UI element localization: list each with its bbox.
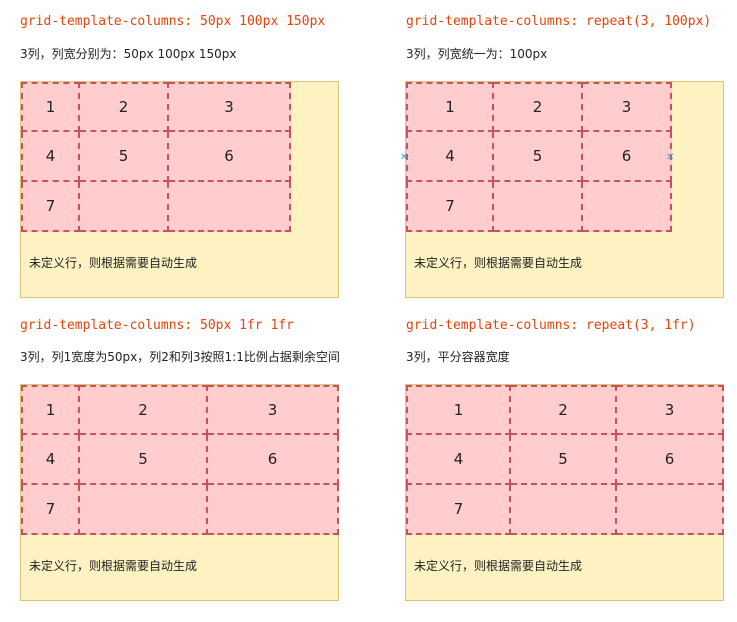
grid-cell: 2 [494, 82, 583, 132]
cross-marker-icon: ✕ [400, 152, 409, 163]
grid-cell: 4 [406, 435, 511, 485]
grid-container: 1 2 3 4 5 6 7 未定义行，则根据需要自动生成 [405, 384, 724, 601]
grid-container: 1 2 3 4 5 6 7 未定义行，则根据需要自动生成 [20, 384, 339, 601]
grid: 1 2 3 4 5 6 7 [406, 82, 672, 232]
grid-cell: 4 [21, 435, 80, 485]
grid-cell: 1 [406, 385, 511, 435]
grid-cell: 6 [583, 132, 672, 182]
grid-cell: 1 [21, 385, 80, 435]
auto-rows-note: 未定义行，则根据需要自动生成 [414, 559, 583, 573]
grid-cell: 5 [494, 132, 583, 182]
grid-cell [583, 182, 672, 232]
grid-cell: 6 [208, 435, 339, 485]
grid-container: 1 2 3 4 5 6 7 未定义行，则根据需要自动生成 [20, 81, 339, 298]
description: 3列，列1宽度为50px，列2和列3按照1:1比例占据剩余空间 [20, 350, 340, 364]
grid-cell: 7 [21, 485, 80, 535]
grid-cell [494, 182, 583, 232]
grid-cell: 1 [21, 82, 80, 132]
grid-cell: 7 [21, 182, 80, 232]
grid-cell [511, 485, 617, 535]
grid-cell: 2 [80, 82, 169, 132]
grid-cell: 2 [80, 385, 208, 435]
description: 3列，列宽分别为：50px 100px 150px [20, 47, 237, 61]
grid-cell: 3 [169, 82, 291, 132]
grid-cell: 3 [617, 385, 724, 435]
description: 3列，列宽统一为：100px [406, 47, 548, 61]
description: 3列，平分容器宽度 [406, 350, 510, 364]
grid-cell: 5 [511, 435, 617, 485]
grid-cell: 4 [21, 132, 80, 182]
grid-cell: 7 [406, 485, 511, 535]
auto-rows-note: 未定义行，则根据需要自动生成 [414, 256, 583, 270]
grid-cell [617, 485, 724, 535]
auto-rows-note: 未定义行，则根据需要自动生成 [29, 256, 198, 270]
grid-cell: 2 [511, 385, 617, 435]
code-label: grid-template-columns: repeat(3, 1fr) [406, 318, 696, 333]
grid-container: 1 2 3 4 5 6 7 未定义行，则根据需要自动生成 [405, 81, 724, 298]
grid-cell: 6 [617, 435, 724, 485]
grid-cell: 7 [406, 182, 494, 232]
grid-cell: 5 [80, 132, 169, 182]
grid-cell: 4 [406, 132, 494, 182]
grid: 1 2 3 4 5 6 7 [406, 385, 724, 535]
grid: 1 2 3 4 5 6 7 [21, 82, 291, 232]
grid-cell [169, 182, 291, 232]
grid-cell: 6 [169, 132, 291, 182]
grid-cell [80, 485, 208, 535]
grid-cell: 1 [406, 82, 494, 132]
auto-rows-note: 未定义行，则根据需要自动生成 [29, 559, 198, 573]
grid-cell: 3 [583, 82, 672, 132]
code-label: grid-template-columns: repeat(3, 100px) [406, 14, 712, 29]
code-label: grid-template-columns: 50px 100px 150px [20, 14, 326, 29]
cross-marker-icon: ✕ [666, 152, 675, 163]
code-label: grid-template-columns: 50px 1fr 1fr [20, 318, 294, 333]
grid-cell [208, 485, 339, 535]
grid-cell: 5 [80, 435, 208, 485]
grid: 1 2 3 4 5 6 7 [21, 385, 339, 535]
grid-cell [80, 182, 169, 232]
grid-cell: 3 [208, 385, 339, 435]
